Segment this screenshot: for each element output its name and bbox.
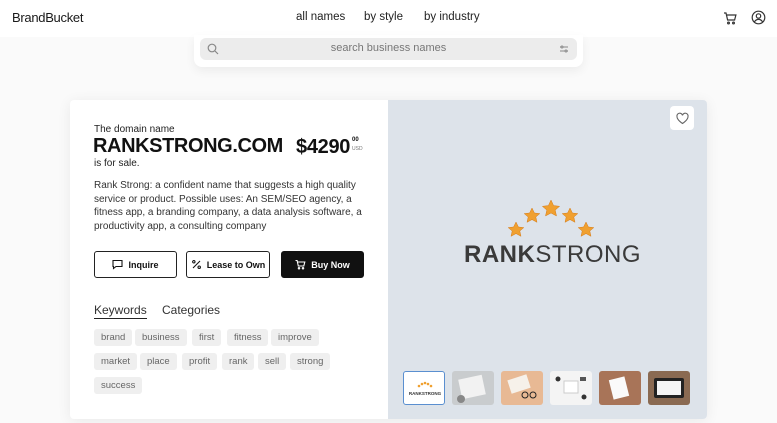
nav-by-style[interactable]: by style (364, 11, 403, 23)
thumbnail-mockup[interactable] (550, 371, 592, 405)
percent-icon (191, 260, 201, 269)
thumbnail-mockup-art (555, 376, 587, 400)
keyword-chip[interactable]: place (140, 353, 177, 370)
keyword-chip[interactable]: improve (271, 329, 319, 346)
thumbnail-logo-art: RANKSTRONG (409, 381, 442, 396)
inquire-label: Inquire (128, 259, 159, 270)
buy-now-button[interactable]: Buy Now (281, 251, 364, 278)
keyword-chip[interactable]: first (192, 329, 222, 346)
thumbnail-mockup-art (507, 374, 537, 399)
domain-description: Rank Strong: a confident name that sugge… (94, 180, 362, 232)
buy-now-label: Buy Now (311, 259, 350, 270)
search-placeholder: search business names (330, 42, 447, 54)
domain-info-panel: The domain name RANKSTRONG.COM $4290 00 … (70, 100, 388, 419)
price: $4290 (296, 136, 351, 158)
favorite-button[interactable] (670, 106, 694, 130)
thumbnail-mockup[interactable] (501, 371, 543, 405)
logo-text-light: STRONG (535, 241, 641, 268)
heart-icon (675, 112, 689, 124)
lease-button[interactable]: Lease to Own (186, 251, 270, 278)
thumbnail-mockup[interactable] (648, 371, 690, 405)
logo-wordmark: RANKSTRONG (464, 241, 641, 269)
keyword-chip[interactable]: fitness (227, 329, 269, 346)
keyword-chip[interactable]: rank (222, 353, 255, 370)
top-bar: BrandBucket all names by style by indust… (0, 0, 777, 37)
search-container: search business names (194, 35, 583, 67)
tab-categories[interactable]: Categories (162, 303, 220, 317)
keyword-chip[interactable]: success (94, 377, 143, 394)
domain-name: RANKSTRONG.COM (93, 135, 283, 157)
thumbnail-mockup[interactable] (452, 371, 494, 405)
keyword-chip[interactable]: brand (94, 329, 133, 346)
thumbnail-mockup-art (457, 374, 486, 403)
keyword-chip[interactable]: business (135, 329, 187, 346)
lease-label: Lease to Own (206, 259, 266, 270)
thumbnail-mockup[interactable] (599, 371, 641, 405)
logo-preview-panel: RANKSTRONG RANKSTRONG (388, 100, 707, 419)
domain-card: The domain name RANKSTRONG.COM $4290 00 … (70, 100, 707, 419)
thumbnail-mockup-art (654, 378, 684, 398)
chat-icon (112, 259, 124, 270)
thumbnail-logo-text: RANKSTRONG (409, 391, 442, 396)
keyword-chip[interactable]: market (94, 353, 138, 370)
price-cents: 00 (352, 137, 359, 143)
domain-label: The domain name (94, 124, 175, 135)
logo-stars (508, 199, 594, 237)
thumbnail-mockup-art (608, 376, 630, 400)
filter-icon[interactable] (559, 44, 569, 54)
thumbnail-logo[interactable]: RANKSTRONG (403, 371, 445, 405)
brand-logo[interactable]: BrandBucket (12, 10, 83, 25)
nav-by-industry[interactable]: by industry (424, 11, 480, 23)
cart-icon (295, 259, 306, 270)
logo-text-bold: RANK (464, 241, 536, 268)
price-currency: USD (352, 146, 363, 152)
keyword-chip[interactable]: strong (290, 353, 331, 370)
tab-keywords[interactable]: Keywords (94, 303, 147, 319)
for-sale-text: is for sale. (94, 158, 140, 169)
keyword-chip[interactable]: sell (258, 353, 287, 370)
search-input[interactable]: search business names (200, 38, 577, 60)
inquire-button[interactable]: Inquire (94, 251, 177, 278)
user-icon[interactable] (751, 10, 766, 25)
cart-icon[interactable] (723, 11, 737, 25)
nav-all-names[interactable]: all names (296, 11, 345, 23)
keyword-chip[interactable]: profit (182, 353, 218, 370)
